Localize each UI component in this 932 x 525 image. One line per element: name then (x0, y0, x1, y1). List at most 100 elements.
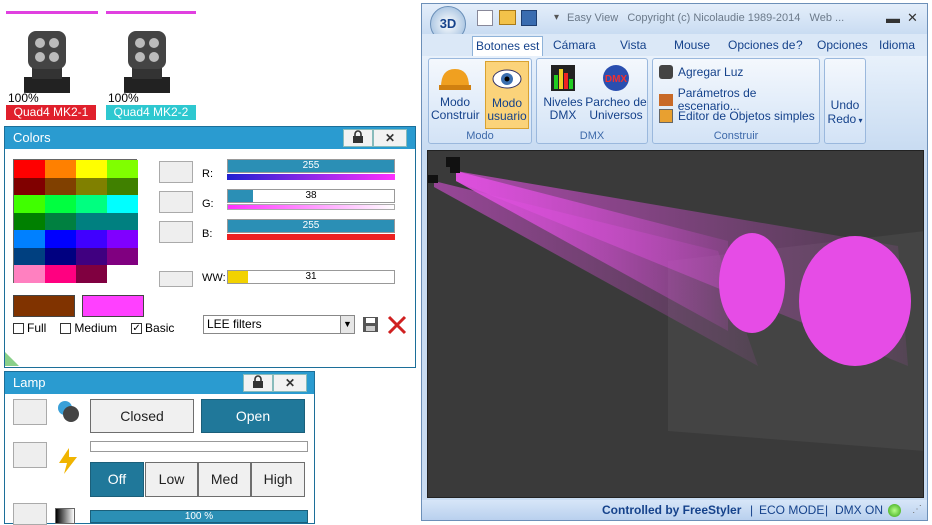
palette-swatch[interactable] (14, 212, 45, 230)
b-preset-button[interactable] (159, 221, 193, 243)
tab-opciones[interactable]: Opciones (817, 38, 868, 52)
palette-swatch[interactable] (107, 177, 138, 195)
save-icon[interactable] (521, 10, 537, 26)
palette-swatch[interactable] (107, 247, 138, 265)
add-light-icon (659, 65, 673, 79)
palette-swatch[interactable] (45, 230, 76, 248)
3d-viewport[interactable] (427, 150, 924, 498)
shutter-preset-button[interactable] (13, 399, 47, 425)
close-button[interactable]: ✕ (273, 374, 307, 392)
tab-idioma[interactable]: Idioma (879, 38, 915, 52)
g-preset-button[interactable] (159, 191, 193, 213)
power-med-button[interactable]: Med (198, 462, 251, 497)
palette-swatch[interactable] (45, 195, 76, 213)
resize-grip-icon[interactable]: ⋰ (912, 504, 922, 515)
r-value: 255 (302, 160, 320, 171)
open-folder-icon[interactable] (499, 10, 516, 25)
full-checkbox[interactable]: Full (13, 321, 46, 335)
save-icon[interactable] (362, 315, 379, 334)
easy-view-window: 3D ▾ Easy View Copyright (c) Nicolaudie … (421, 3, 928, 521)
colors-panel: Colors ✕ R: 255 G: 38 B: 255 WW: 31 Full… (4, 126, 416, 368)
palette-swatch[interactable] (45, 265, 76, 283)
lock-button[interactable] (343, 129, 373, 147)
palette-swatch[interactable] (107, 265, 138, 283)
palette-swatch[interactable] (76, 247, 107, 265)
undo-button[interactable]: Undo (825, 99, 865, 112)
palette-swatch[interactable] (76, 195, 107, 213)
parcheo-universos-button[interactable]: DMX Parcheo de Universos (585, 63, 647, 122)
quick-access-chevron-icon[interactable]: ▾ (554, 12, 559, 23)
niveles-dmx-button[interactable]: Niveles DMX (541, 63, 585, 122)
tab-camara[interactable]: Cámara (553, 38, 596, 52)
panel-title-text: Lamp (13, 375, 46, 390)
r-slider[interactable]: 255 (227, 159, 395, 173)
palette-swatch[interactable] (45, 160, 76, 178)
tab-botones[interactable]: Botones est (472, 36, 544, 56)
palette-swatch[interactable] (14, 195, 45, 213)
filter-select[interactable]: LEE filters ▼ (203, 315, 355, 334)
tab-mouse[interactable]: Mouse (674, 38, 710, 52)
new-file-icon[interactable] (477, 10, 493, 26)
power-low-button[interactable]: Low (145, 462, 198, 497)
palette-swatch[interactable] (14, 160, 45, 178)
dmx-levels-icon (551, 65, 575, 91)
resize-grip-icon[interactable] (5, 348, 23, 366)
fixture-quad4-mk2-1[interactable]: 100% Quad4 MK2-1 (6, 11, 98, 123)
ww-preset-button[interactable] (159, 271, 193, 287)
open-button[interactable]: Open (201, 399, 305, 433)
shutter-icon (55, 398, 81, 424)
redo-button[interactable]: Redo ▾ (825, 113, 865, 127)
palette-swatch[interactable] (45, 177, 76, 195)
power-level-bar (90, 441, 308, 452)
palette-swatch[interactable] (107, 230, 138, 248)
palette-swatch[interactable] (76, 177, 107, 195)
palette-swatch[interactable] (14, 230, 45, 248)
palette-swatch[interactable] (107, 195, 138, 213)
colors-panel-title: Colors ✕ (5, 127, 415, 149)
power-preset-button[interactable] (13, 442, 47, 468)
palette-swatch[interactable] (45, 212, 76, 230)
delete-icon[interactable] (387, 315, 407, 335)
palette-swatch[interactable] (14, 247, 45, 265)
lock-button[interactable] (243, 374, 273, 392)
power-high-button[interactable]: High (251, 462, 305, 497)
palette-swatch[interactable] (76, 160, 107, 178)
power-off-button[interactable]: Off (90, 462, 144, 497)
palette-swatch[interactable] (107, 212, 138, 230)
dimmer-slider[interactable]: 100 % (90, 510, 308, 523)
modo-usuario-button[interactable]: Modo usuario (485, 61, 529, 129)
b-value: 255 (302, 220, 320, 231)
palette-swatch[interactable] (14, 265, 45, 283)
separator: | (825, 503, 829, 517)
b-slider[interactable]: 255 (227, 219, 395, 233)
r-preset-button[interactable] (159, 161, 193, 183)
tab-opciones-de[interactable]: Opciones de (728, 38, 795, 52)
palette-swatch[interactable] (76, 230, 107, 248)
palette-swatch[interactable] (14, 177, 45, 195)
medium-checkbox[interactable]: Medium (60, 321, 117, 335)
dimmer-preset-button[interactable] (13, 503, 47, 525)
minimize-button[interactable]: ▬ (886, 10, 900, 26)
color-palette[interactable] (13, 159, 138, 283)
r-gradient (227, 174, 395, 180)
dmx-on-text: DMX ON (835, 503, 883, 517)
current-color-swatch (13, 295, 75, 317)
lock-icon (253, 375, 263, 388)
g-slider[interactable]: 38 (227, 189, 395, 203)
closed-button[interactable]: Closed (90, 399, 194, 433)
palette-swatch[interactable] (76, 212, 107, 230)
eco-mode-text: ECO MODE (759, 503, 825, 517)
fixture-quad4-mk2-2[interactable]: 100% Quad4 MK2-2 (106, 11, 198, 123)
close-window-button[interactable]: ✕ (907, 10, 918, 26)
modo-construir-button[interactable]: Modo Construir (431, 63, 480, 122)
palette-swatch[interactable] (76, 265, 107, 283)
editor-objetos-button[interactable]: Editor de Objetos simples (659, 109, 815, 123)
tab-help[interactable]: ? (796, 38, 803, 52)
close-button[interactable]: ✕ (373, 129, 407, 147)
palette-swatch[interactable] (45, 247, 76, 265)
basic-checkbox[interactable]: ✓ Basic (131, 321, 174, 335)
ww-slider[interactable]: 31 (227, 270, 395, 284)
tab-vista[interactable]: Vista (620, 38, 646, 52)
agregar-luz-button[interactable]: Agregar Luz (659, 65, 743, 79)
palette-swatch[interactable] (107, 160, 138, 178)
